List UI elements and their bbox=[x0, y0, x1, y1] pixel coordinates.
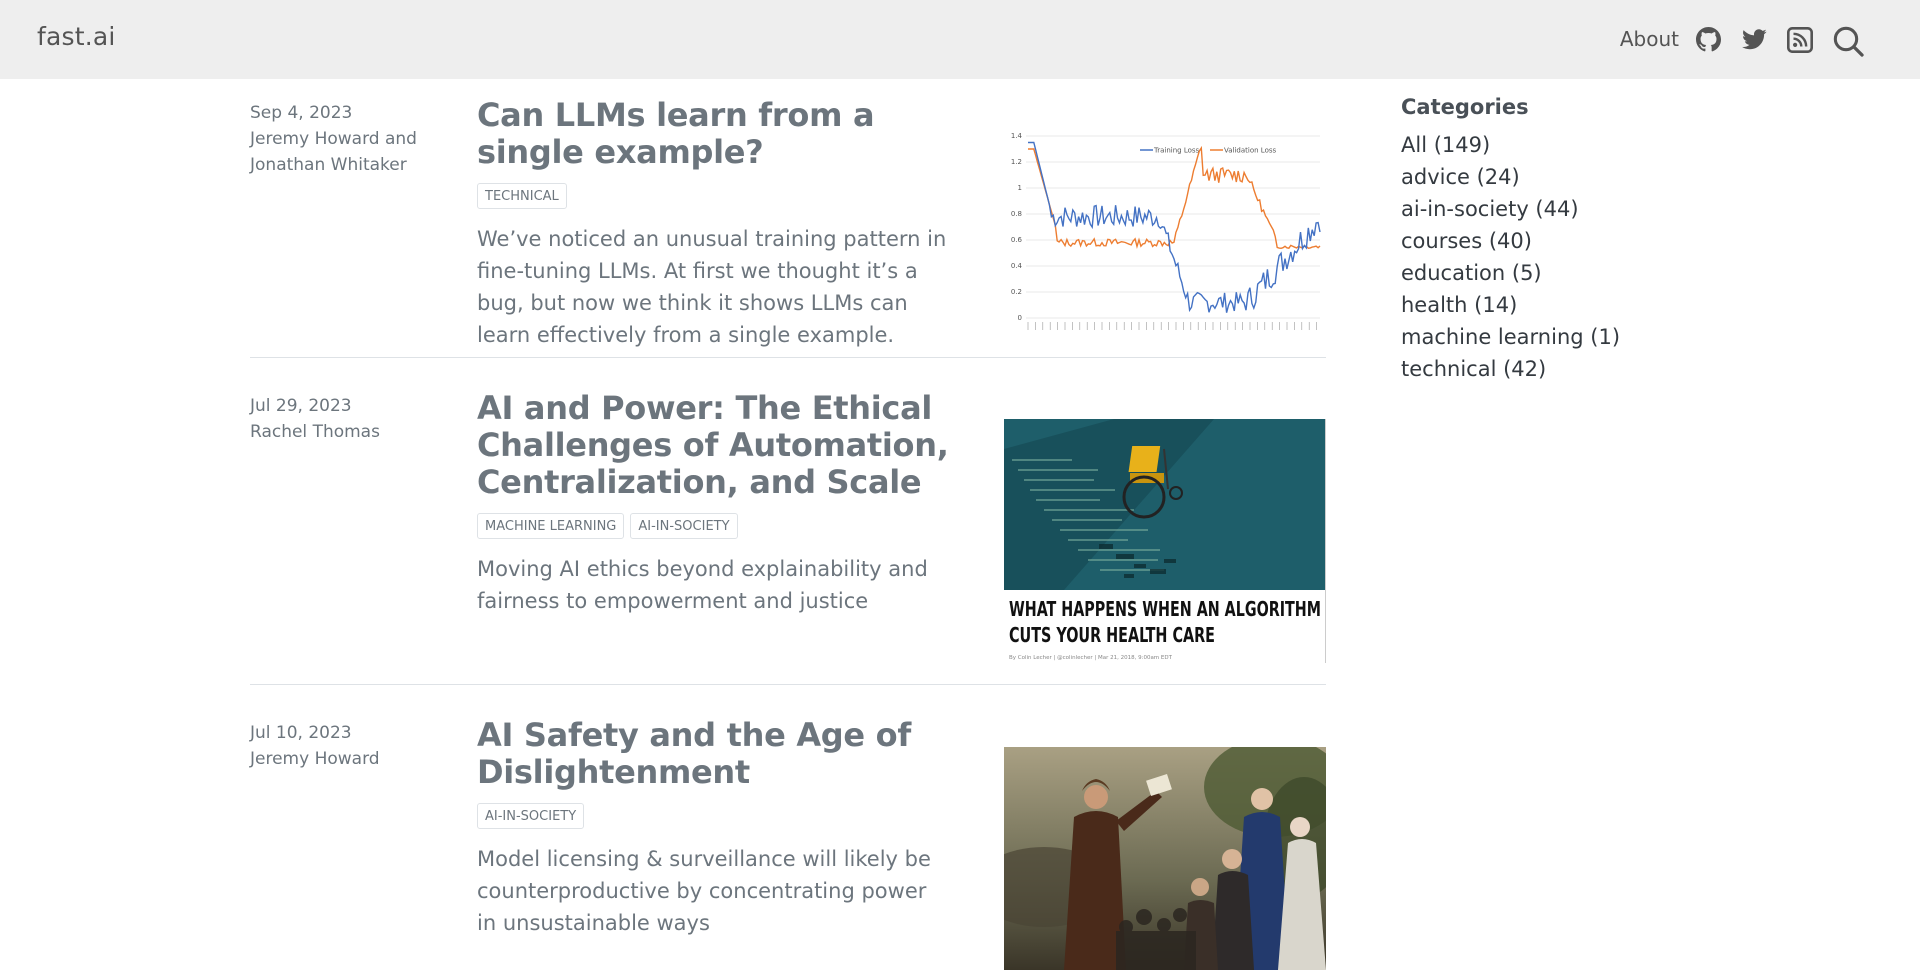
y-tick-label: 0.2 bbox=[1011, 288, 1022, 296]
y-tick-label: 1.4 bbox=[1011, 132, 1023, 140]
post-meta: Sep 4, 2023 Jeremy Howard and Jonathan W… bbox=[250, 100, 450, 178]
twitter-icon[interactable] bbox=[1742, 28, 1767, 51]
y-tick-label: 0 bbox=[1018, 314, 1022, 322]
site-brand[interactable]: fast.ai bbox=[37, 22, 116, 51]
post-date: Jul 10, 2023 bbox=[250, 723, 352, 743]
chart-xticks bbox=[1027, 322, 1317, 330]
enlightenment-painting-image bbox=[1004, 747, 1326, 970]
navbar: fast.ai About bbox=[0, 0, 1920, 79]
post-tags: TECHNICAL bbox=[477, 183, 957, 209]
post-listing-item[interactable]: Jul 29, 2023 Rachel Thomas AI and Power:… bbox=[250, 390, 1326, 683]
post-author: Jeremy Howard bbox=[250, 749, 380, 769]
rss-icon[interactable] bbox=[1787, 27, 1813, 53]
post-listing-item[interactable]: Jul 10, 2023 Jeremy Howard AI Safety and… bbox=[250, 717, 1326, 970]
nav-about-link[interactable]: About bbox=[1620, 27, 1679, 51]
post-title[interactable]: AI and Power: The Ethical Challenges of … bbox=[477, 390, 957, 501]
post-author: Jeremy Howard and Jonathan Whitaker bbox=[250, 129, 417, 175]
post-body: AI Safety and the Age of Dislightenment … bbox=[477, 717, 957, 939]
github-icon[interactable] bbox=[1696, 27, 1721, 52]
post-date: Jul 29, 2023 bbox=[250, 396, 352, 416]
post-thumbnail[interactable]: 1.4 1.2 1 0.8 0.6 0.4 0.2 0 Training Loss Valid… bbox=[1004, 126, 1326, 336]
y-tick-label: 1.2 bbox=[1011, 158, 1022, 166]
category-education[interactable]: education (5) bbox=[1401, 257, 1701, 289]
category-advice[interactable]: advice (24) bbox=[1401, 161, 1701, 193]
post-tags: AI-IN-SOCIETY bbox=[477, 803, 957, 829]
post-description: We’ve noticed an unusual training patter… bbox=[477, 227, 947, 347]
post-body: Can LLMs learn from a single example? TE… bbox=[477, 97, 957, 351]
post-meta: Jul 29, 2023 Rachel Thomas bbox=[250, 393, 450, 445]
post-title[interactable]: Can LLMs learn from a single example? bbox=[477, 97, 957, 171]
nav-right: About bbox=[1520, 0, 1920, 79]
y-tick-label: 0.6 bbox=[1011, 236, 1023, 244]
article-headline-line-2: CUTS YOUR HEALTH CARE bbox=[1009, 623, 1215, 647]
category-ai-in-society[interactable]: ai-in-society (44) bbox=[1401, 193, 1701, 225]
post-separator bbox=[250, 357, 1326, 358]
post-author: Rachel Thomas bbox=[250, 422, 380, 442]
post-meta: Jul 10, 2023 Jeremy Howard bbox=[250, 720, 450, 772]
categories-sidebar: Categories All (149) advice (24) ai-in-s… bbox=[1401, 95, 1701, 385]
training-loss-line bbox=[1028, 141, 1321, 313]
post-listing-item[interactable]: Sep 4, 2023 Jeremy Howard and Jonathan W… bbox=[250, 97, 1326, 357]
post-thumbnail[interactable] bbox=[1004, 747, 1326, 970]
post-thumbnail[interactable]: WHAT HAPPENS WHEN AN ALGORITHM CUTS YOUR… bbox=[1004, 419, 1326, 663]
search-icon[interactable] bbox=[1832, 25, 1864, 57]
y-tick-label: 0.8 bbox=[1011, 210, 1022, 218]
category-health[interactable]: health (14) bbox=[1401, 289, 1701, 321]
article-headline-line-1: WHAT HAPPENS WHEN AN ALGORITHM bbox=[1009, 597, 1321, 621]
tag-machine-learning[interactable]: MACHINE LEARNING bbox=[477, 513, 625, 539]
post-description: Moving AI ethics beyond explainability a… bbox=[477, 557, 928, 613]
legend-validation-loss: Validation Loss bbox=[1224, 147, 1276, 155]
legend-training-loss: Training Loss bbox=[1153, 147, 1200, 155]
tag-ai-in-society[interactable]: AI-IN-SOCIETY bbox=[630, 513, 738, 539]
y-tick-label: 1 bbox=[1018, 184, 1022, 192]
post-body: AI and Power: The Ethical Challenges of … bbox=[477, 390, 957, 617]
categories-title: Categories bbox=[1401, 95, 1529, 119]
post-title[interactable]: AI Safety and the Age of Dislightenment bbox=[477, 717, 957, 791]
tag-technical[interactable]: TECHNICAL bbox=[477, 183, 567, 209]
post-description: Model licensing & surveillance will like… bbox=[477, 847, 931, 935]
categories-list: All (149) advice (24) ai-in-society (44)… bbox=[1401, 129, 1701, 385]
validation-loss-line bbox=[1028, 145, 1321, 250]
post-tags: MACHINE LEARNING AI-IN-SOCIETY bbox=[477, 513, 957, 539]
y-tick-label: 0.4 bbox=[1011, 262, 1023, 270]
post-separator bbox=[250, 684, 1326, 685]
category-courses[interactable]: courses (40) bbox=[1401, 225, 1701, 257]
category-machine-learning[interactable]: machine learning (1) bbox=[1401, 321, 1701, 353]
chart-gridlines bbox=[1026, 135, 1320, 319]
post-date: Sep 4, 2023 bbox=[250, 103, 353, 123]
chart-legend: Training Loss Validation Loss bbox=[1140, 147, 1276, 155]
loss-chart-image: 1.4 1.2 1 0.8 0.6 0.4 0.2 0 Training Loss Valid… bbox=[1011, 132, 1321, 330]
category-all[interactable]: All (149) bbox=[1401, 129, 1701, 161]
tag-ai-in-society[interactable]: AI-IN-SOCIETY bbox=[477, 803, 585, 829]
algorithm-article-image: WHAT HAPPENS WHEN AN ALGORITHM CUTS YOUR… bbox=[1004, 419, 1325, 663]
article-byline: By Colin Lecher | @colinlecher | Mar 21,… bbox=[1009, 655, 1173, 661]
category-technical[interactable]: technical (42) bbox=[1401, 353, 1701, 385]
